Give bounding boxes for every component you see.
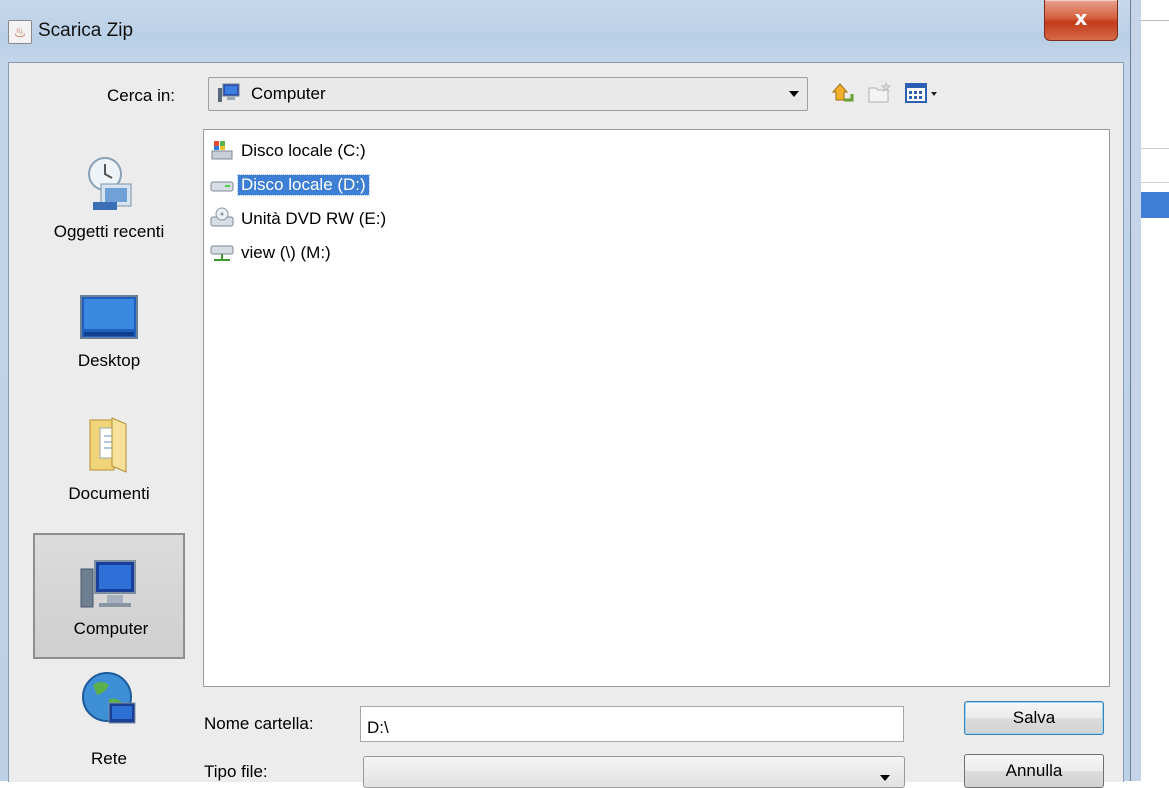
file-name: view (\) (M:) [241,243,331,262]
desktop-icon [80,295,138,339]
place-label: Computer [73,619,149,638]
file-list[interactable]: Disco locale (C:) Disco locale (D:) Unit… [203,129,1110,687]
windows-drive-icon [211,141,233,160]
place-desktop[interactable]: Desktop [29,289,189,399]
place-label: Documenti [68,484,150,503]
lookin-label: Cerca in: [107,86,176,105]
dvd-drive-icon [210,207,234,227]
documents-folder-icon [89,417,127,473]
file-type-combo[interactable] [363,756,905,788]
title-bar[interactable]: ♨ Scarica Zip [0,0,1130,60]
place-documents[interactable]: Documenti [29,414,189,529]
file-name: Unità DVD RW (E:) [241,209,387,228]
background-divider [1141,148,1169,149]
window-title: Scarica Zip [38,20,134,41]
folder-name-label: Nome cartella: [204,714,314,733]
folder-name-input[interactable] [360,706,904,742]
network-globe-icon [82,672,136,724]
place-label: Desktop [77,351,141,370]
save-button[interactable]: Salva [964,701,1104,735]
place-label: Rete [91,749,127,768]
dialog-window: ♨ Scarica Zip x Cerca in: Computer Ogget… [0,0,1131,788]
places-bar: Oggetti recenti Desktop Documenti Comput… [29,129,189,781]
background-divider [1141,182,1169,183]
close-icon: x [1074,6,1088,30]
place-computer[interactable]: Computer [33,533,185,659]
computer-icon [218,83,240,102]
computer-icon [80,560,136,608]
background-window [1131,0,1169,781]
up-one-level-icon[interactable] [830,80,858,106]
background-selection [1141,192,1169,218]
chevron-down-icon [880,775,890,781]
view-menu-icon[interactable] [904,80,944,106]
lookin-value: Computer [251,84,326,103]
file-name: Disco locale (C:) [241,141,366,160]
file-name: Disco locale (D:) [237,174,370,196]
lookin-combo[interactable]: Computer [208,77,808,111]
background-divider [1141,20,1169,21]
new-folder-icon[interactable] [866,80,894,106]
hard-drive-icon [210,181,234,192]
recent-items-icon [88,157,132,210]
place-network[interactable]: Rete [29,669,189,781]
background-scrollbar [1131,0,1141,781]
close-button[interactable]: x [1044,0,1118,41]
java-app-icon: ♨ [8,20,32,44]
chevron-down-icon [789,91,799,97]
network-drive-icon [210,245,234,261]
file-type-label: Tipo file: [204,762,268,781]
place-label: Oggetti recenti [53,222,165,241]
cancel-button[interactable]: Annulla [964,754,1104,788]
place-recent-items[interactable]: Oggetti recenti [29,154,189,274]
